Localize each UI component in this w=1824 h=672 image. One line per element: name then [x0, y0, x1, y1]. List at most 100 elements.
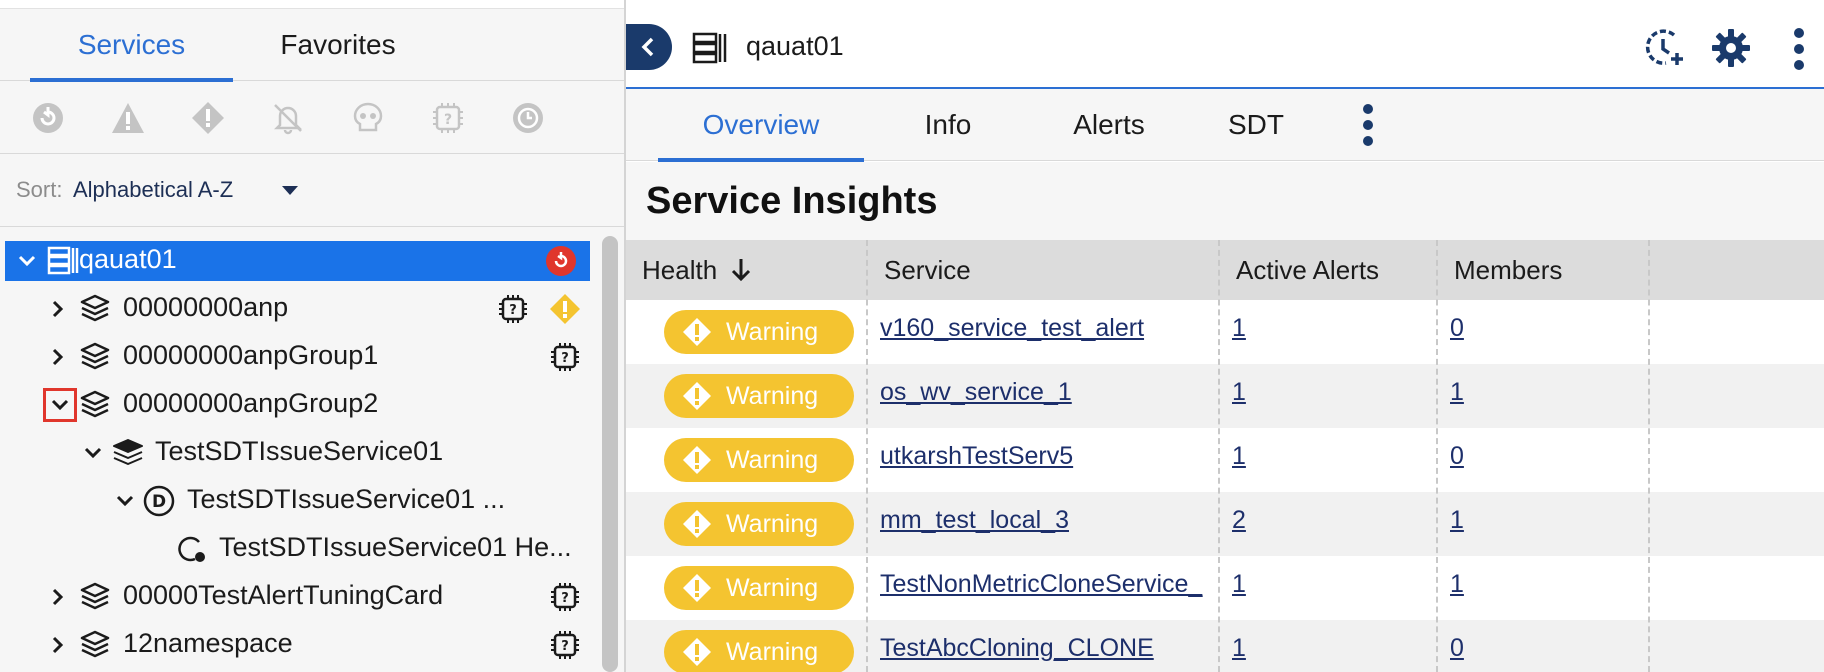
alerts-link[interactable]: 1	[1232, 314, 1246, 343]
alerts-link[interactable]: 1	[1232, 442, 1246, 471]
tab-sdt[interactable]: SDT	[1206, 89, 1306, 161]
tree-item-00000TestAlertTuningCard[interactable]: 00000TestAlertTuningCard ?	[5, 577, 590, 617]
top-strip	[0, 0, 624, 9]
layers-icon	[80, 390, 110, 418]
tree-item-12namespace[interactable]: 12namespace ?	[5, 625, 590, 665]
table-row[interactable]: Warning v160_service_test_alert 1 0	[626, 300, 1824, 364]
health-warning-badge[interactable]: Warning	[664, 438, 854, 482]
scrollbar-thumb[interactable]	[602, 236, 618, 672]
tab-services[interactable]: Services	[30, 9, 233, 82]
col-active-alerts[interactable]: Active Alerts	[1220, 240, 1436, 300]
warning-diamond-icon	[683, 318, 711, 346]
tree-scrollbar[interactable]	[596, 228, 624, 672]
members-link[interactable]: 0	[1450, 314, 1464, 343]
tree-item-qauat01[interactable]: qauat01	[5, 241, 590, 281]
service-link[interactable]: TestAbcCloning_CLONE	[880, 634, 1220, 663]
service-group-icon	[692, 32, 727, 64]
alerts-link[interactable]: 1	[1232, 634, 1246, 663]
health-warning-badge[interactable]: Warning	[664, 566, 854, 610]
skull-filter-icon[interactable]	[348, 98, 388, 138]
health-warning-badge[interactable]: Warning	[664, 374, 854, 418]
chip-unknown-icon: ?	[551, 631, 579, 659]
members-link[interactable]: 1	[1450, 378, 1464, 407]
svg-text:?: ?	[561, 351, 569, 366]
service-insights: Service Insights Health Service Active A…	[626, 162, 1824, 672]
chevron-right-icon[interactable]	[45, 345, 69, 369]
table-row[interactable]: Warning utkarshTestServ5 1 0	[626, 428, 1824, 492]
sdt-clock-filter-icon[interactable]	[508, 98, 548, 138]
tab-favorites[interactable]: Favorites	[233, 9, 443, 81]
error-filter-icon[interactable]	[188, 98, 228, 138]
sort-down-arrow-icon	[732, 259, 751, 282]
tree-item-TestSDTIssueService01[interactable]: TestSDTIssueService01	[5, 433, 590, 473]
tree-item-TestSDTIssueService01-health[interactable]: TestSDTIssueService01 He...	[5, 529, 590, 569]
col-members[interactable]: Members	[1438, 240, 1648, 300]
chevron-down-icon[interactable]	[15, 249, 39, 273]
members-link[interactable]: 1	[1450, 570, 1464, 599]
warning-diamond-icon	[550, 294, 580, 324]
table-row[interactable]: Warning TestAbcCloning_CLONE 1 0	[626, 620, 1824, 672]
table-row[interactable]: Warning mm_test_local_3 2 1	[626, 492, 1824, 556]
service-link[interactable]: os_wv_service_1	[880, 378, 1220, 407]
members-link[interactable]: 0	[1450, 634, 1464, 663]
tree-item-00000000anp[interactable]: 00000000anp ?	[5, 289, 590, 329]
tree-item-TestSDTIssueService01-instance[interactable]: D TestSDTIssueService01 ...	[5, 481, 590, 521]
health-label: Warning	[726, 445, 819, 474]
warning-diamond-icon	[683, 574, 711, 602]
table-row[interactable]: Warning os_wv_service_1 1 1	[626, 364, 1824, 428]
schedule-sdt-add-icon[interactable]	[1644, 27, 1686, 69]
service-tree: qauat01 00000000anp ? 00000000anpGroup1 …	[0, 228, 596, 672]
table-row[interactable]: Warning TestNonMetricCloneService_ 1 1	[626, 556, 1824, 620]
alerts-link[interactable]: 1	[1232, 378, 1246, 407]
chevron-right-icon[interactable]	[45, 297, 69, 321]
sort-dropdown-icon[interactable]	[281, 185, 299, 197]
members-link[interactable]: 1	[1450, 506, 1464, 535]
col-health[interactable]: Health	[626, 240, 866, 300]
table-header: Health Service Active Alerts Members	[626, 240, 1824, 300]
sort-value[interactable]: Alphabetical A-Z	[73, 177, 233, 203]
members-link[interactable]: 0	[1450, 442, 1464, 471]
health-warning-badge[interactable]: Warning	[664, 310, 854, 354]
service-link[interactable]: utkarshTestServ5	[880, 442, 1220, 471]
service-link[interactable]: v160_service_test_alert	[880, 314, 1220, 343]
column-divider	[1436, 240, 1438, 672]
chevron-down-icon[interactable]	[81, 441, 105, 465]
chevron-down-icon[interactable]	[48, 393, 72, 417]
tree-item-00000000anpGroup1[interactable]: 00000000anpGroup1 ?	[5, 337, 590, 377]
health-label: Warning	[726, 509, 819, 538]
health-label: Warning	[726, 573, 819, 602]
service-link[interactable]: mm_test_local_3	[880, 506, 1220, 535]
tree-item-00000000anpGroup2[interactable]: 00000000anpGroup2	[5, 385, 590, 425]
right-panel: qauat01 Overview Info Alerts SDT Service…	[626, 0, 1824, 672]
svg-text:?: ?	[509, 303, 517, 318]
warning-diamond-icon	[683, 638, 711, 666]
tree-item-label: 00000000anp	[123, 292, 289, 322]
health-warning-badge[interactable]: Warning	[664, 502, 854, 546]
tab-alerts[interactable]: Alerts	[1046, 89, 1172, 161]
alerts-link[interactable]: 1	[1232, 570, 1246, 599]
warning-filter-icon[interactable]	[108, 98, 148, 138]
sort-label: Sort:	[16, 177, 63, 202]
service-link[interactable]: TestNonMetricCloneService_	[880, 570, 1220, 599]
tab-overview[interactable]: Overview	[658, 89, 864, 162]
chevron-right-icon[interactable]	[45, 585, 69, 609]
dead-filter-icon[interactable]	[28, 98, 68, 138]
alert-muted-filter-icon[interactable]	[268, 98, 308, 138]
health-warning-badge[interactable]: Warning	[664, 630, 854, 672]
chevron-right-icon[interactable]	[45, 633, 69, 657]
more-vertical-icon[interactable]	[1792, 27, 1806, 71]
col-service[interactable]: Service	[868, 240, 1220, 300]
tabs-more-vertical-icon[interactable]	[1361, 103, 1375, 147]
chevron-down-icon[interactable]	[113, 489, 137, 513]
sort-row: Sort: Alphabetical A-Z	[0, 155, 624, 227]
back-button[interactable]	[626, 24, 672, 70]
tree-item-label: 00000000anpGroup1	[123, 340, 379, 370]
col-health-label: Health	[642, 255, 718, 285]
chip-unknown-filter-icon[interactable]: ?	[428, 98, 468, 138]
tree-item-label: TestSDTIssueService01 ...	[187, 484, 506, 514]
gear-icon[interactable]	[1710, 27, 1752, 69]
alerts-link[interactable]: 2	[1232, 506, 1246, 535]
tab-info[interactable]: Info	[888, 89, 1008, 161]
chip-unknown-icon: ?	[551, 583, 579, 611]
warning-diamond-icon	[683, 446, 711, 474]
